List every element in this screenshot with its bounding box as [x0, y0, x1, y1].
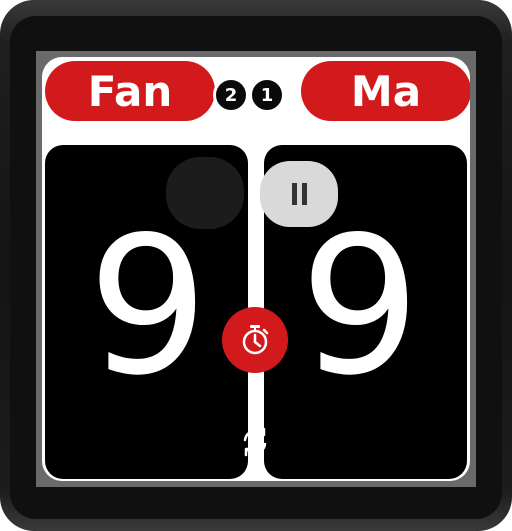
right-sets-badge: 1 — [249, 77, 285, 113]
pause-icon — [291, 183, 307, 205]
swap-sides-icon — [243, 427, 267, 457]
scoreboard: Fan Ma 2 1 9 9 — [42, 57, 470, 481]
player-right-name[interactable]: Ma — [301, 61, 470, 121]
undo-button-faded — [166, 157, 244, 229]
pause-button[interactable] — [260, 161, 338, 227]
stopwatch-icon — [242, 325, 269, 355]
left-score[interactable]: 9 — [78, 212, 218, 402]
left-sets-badge: 2 — [213, 77, 249, 113]
swap-sides-button[interactable] — [230, 419, 280, 465]
timer-button[interactable] — [222, 307, 288, 373]
set-score: 2 1 — [213, 77, 287, 113]
player-left-name[interactable]: Fan — [45, 61, 215, 121]
right-score[interactable]: 9 — [290, 212, 430, 402]
